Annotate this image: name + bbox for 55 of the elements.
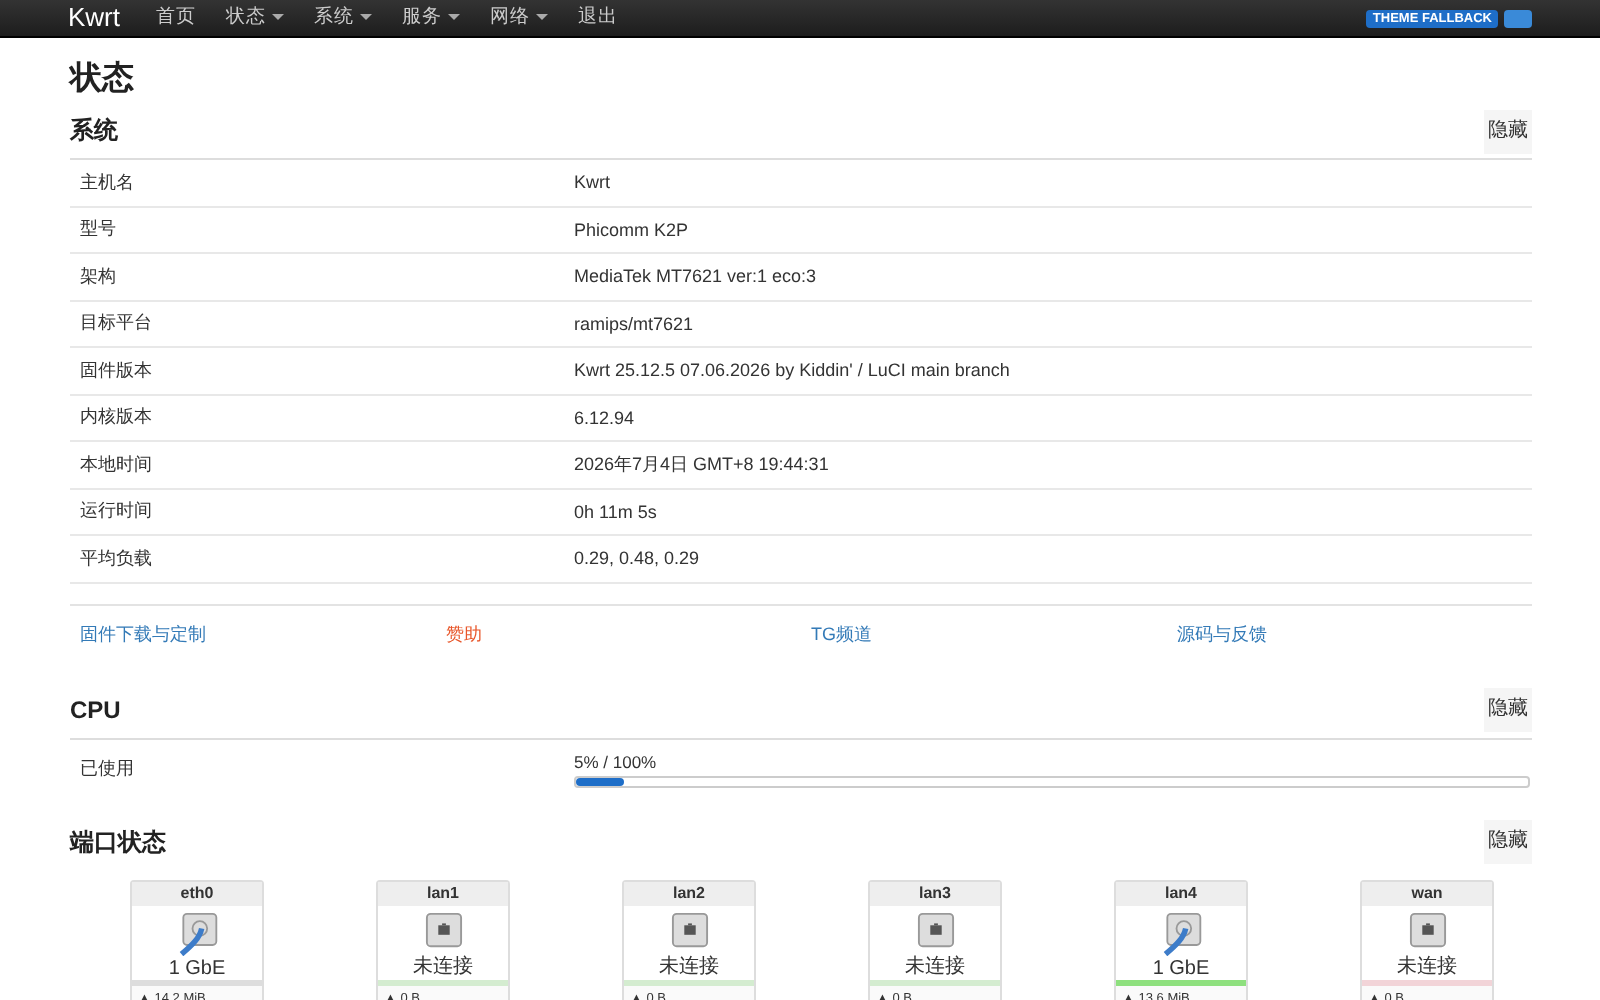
field-value: Phicomm K2P	[574, 219, 691, 240]
field-label: 内核版本	[78, 404, 154, 431]
section-title: CPU	[70, 696, 121, 724]
field-value: MediaTek MT7621 ver:1 eco:3	[574, 266, 819, 287]
page-title: 状态	[70, 58, 136, 100]
nav-menu-item[interactable]: 首页	[156, 0, 196, 36]
port-name: lan2	[624, 881, 754, 905]
status-badge	[1504, 9, 1532, 27]
nav-menu-item[interactable]: 状态	[226, 0, 284, 36]
port-status: 未连接	[413, 953, 473, 979]
field-value: 0.29, 0.48, 0.29	[574, 548, 702, 569]
link[interactable]: 赞助	[435, 622, 801, 648]
field-label: 本地时间	[78, 451, 154, 478]
field-label: 运行时间	[78, 498, 154, 525]
port-status: 1 GbE	[1152, 957, 1210, 979]
caret-icon	[272, 14, 284, 22]
field-value: Kwrt	[574, 172, 612, 193]
port-status: 未连接	[1397, 953, 1457, 979]
section-title: 端口状态	[70, 825, 166, 859]
caret-icon	[536, 14, 548, 22]
nav-menu-item[interactable]: 系统	[314, 0, 372, 36]
nav-menu-item[interactable]: 网络	[490, 0, 548, 36]
caret-icon	[360, 14, 372, 22]
port-name: lan3	[870, 881, 1000, 905]
field-value: 6.12.94	[574, 407, 637, 428]
field-label: 架构	[78, 263, 118, 290]
section-title: 系统	[70, 114, 118, 148]
field-label: 目标平台	[78, 310, 154, 337]
link[interactable]: 固件下载与定制	[70, 622, 436, 648]
field-value: 2026年7月4日 GMT+8 19:44:31	[574, 451, 831, 478]
port-name: lan1	[378, 881, 508, 905]
field-value: Kwrt 25.12.5 07.06.2026 by Kiddin' / LuCI main branch	[574, 360, 1012, 381]
field-label: 固件版本	[78, 357, 154, 384]
port-status: 未连接	[659, 953, 719, 979]
field-label: 已使用	[78, 756, 136, 782]
hide-button[interactable]: 隐藏	[1484, 688, 1532, 732]
port-status: 未连接	[905, 953, 965, 979]
field-label: 型号	[78, 216, 118, 243]
link[interactable]: TG频道	[801, 622, 1167, 648]
cpu-reading: 5% / 100%	[574, 751, 659, 771]
nav-menu-item[interactable]: 服务	[402, 0, 460, 36]
field-label: 平均负载	[78, 545, 154, 572]
brand-logo[interactable]: Kwrt	[68, 0, 120, 36]
hide-button[interactable]: 隐藏	[1484, 109, 1532, 153]
hide-button[interactable]: 隐藏	[1484, 820, 1532, 864]
field-value: ramips/mt7621	[574, 313, 696, 334]
port-status: 1 GbE	[168, 957, 226, 979]
nav-menu-item[interactable]: 退出	[578, 0, 618, 36]
link[interactable]: 源码与反馈	[1166, 622, 1532, 648]
port-name: lan4	[1116, 881, 1246, 905]
field-label: 主机名	[78, 169, 136, 196]
caret-icon	[448, 14, 460, 22]
port-name: eth0	[132, 881, 262, 905]
port-name: wan	[1362, 881, 1492, 905]
field-value: 0h 11m 5s	[574, 501, 659, 522]
